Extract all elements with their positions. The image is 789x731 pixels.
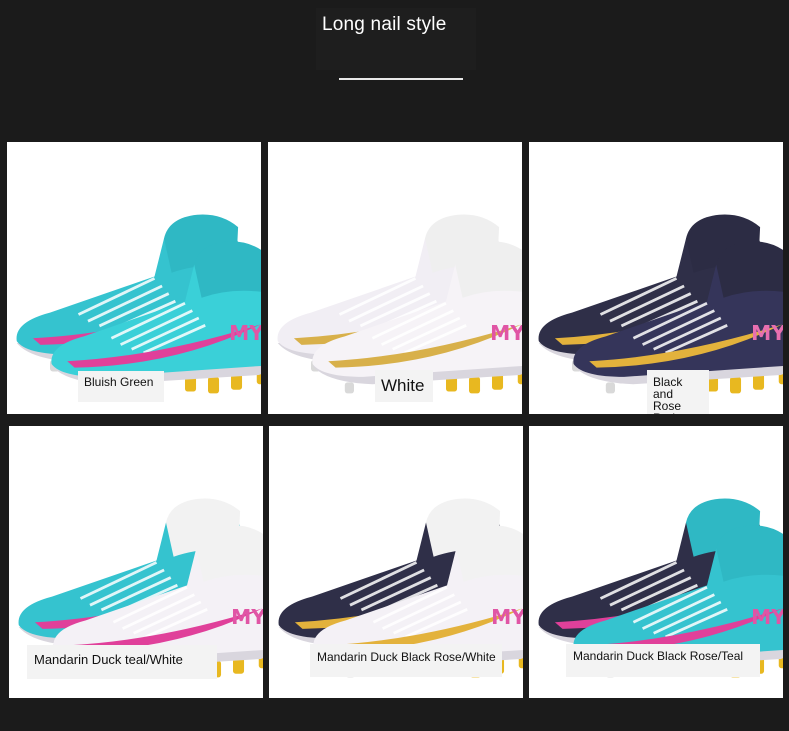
brand-logo: MYOS	[231, 605, 263, 629]
stud	[605, 382, 615, 394]
product-card-mandarin-duck-black-rose-teal[interactable]: MYOSMYOS Mandarin Duck Black Rose/Teal	[529, 426, 783, 698]
collar	[194, 241, 261, 298]
collar	[196, 525, 263, 582]
product-card-white[interactable]: MYOSMYOS White	[268, 142, 522, 414]
stud	[208, 376, 220, 394]
brand-logo: MYOS	[751, 605, 783, 629]
product-label[interactable]: White	[375, 370, 433, 402]
product-card-mandarin-duck-teal-white[interactable]: MYOSMYOS Mandarin Duck teal/White	[9, 426, 263, 698]
brand-logo: MYOS	[491, 605, 523, 629]
collar	[716, 241, 783, 298]
page-title: Long nail style	[322, 14, 447, 35]
product-card-black-rose-red[interactable]: MYOSMYOS Black and Rose Red	[529, 142, 783, 414]
product-label[interactable]: Mandarin Duck teal/White	[27, 645, 217, 679]
stud	[730, 376, 742, 394]
product-card-mandarin-duck-black-rose-white[interactable]: MYOSMYOS Mandarin Duck Black Rose/White	[269, 426, 523, 698]
product-label[interactable]: Mandarin Duck Black Rose/Teal	[566, 644, 760, 677]
title-underline	[339, 78, 463, 80]
collar	[455, 241, 522, 298]
brand-logo: MYOS	[229, 321, 261, 345]
product-label[interactable]: Black and Rose Red	[647, 370, 709, 414]
collar	[456, 525, 523, 582]
brand-logo: MYOS	[751, 321, 783, 345]
product-label[interactable]: Bluish Green	[78, 371, 164, 402]
stud	[469, 376, 481, 394]
collar	[716, 525, 783, 582]
stud	[344, 382, 354, 394]
brand-logo: MYOS	[490, 321, 522, 345]
product-label[interactable]: Mandarin Duck Black Rose/White	[310, 644, 502, 677]
product-card-bluish-green[interactable]: MYOSMYOS Bluish Green	[7, 142, 261, 414]
